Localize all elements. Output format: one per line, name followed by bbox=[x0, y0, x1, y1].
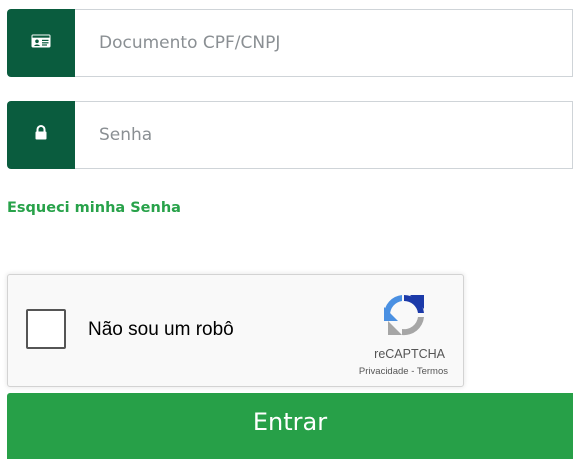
recaptcha-terms-link[interactable]: Termos bbox=[417, 366, 448, 377]
password-field-wrapper bbox=[75, 101, 573, 169]
submit-button[interactable]: Entrar bbox=[7, 393, 573, 459]
recaptcha-links: Privacidade - Termos bbox=[359, 366, 448, 377]
document-field-wrapper bbox=[75, 9, 573, 77]
recaptcha-logo-icon bbox=[380, 291, 428, 339]
recaptcha-checkbox[interactable] bbox=[26, 309, 66, 349]
recaptcha-privacy-link[interactable]: Privacidade bbox=[359, 366, 409, 377]
recaptcha-widget: Não sou um robô reCAPTCHA Privacidade - … bbox=[7, 274, 464, 387]
id-card-icon bbox=[31, 34, 51, 53]
password-input[interactable] bbox=[99, 125, 572, 145]
recaptcha-links-separator: - bbox=[411, 366, 415, 377]
password-input-group bbox=[7, 101, 573, 169]
password-addon bbox=[7, 101, 75, 169]
lock-icon bbox=[35, 125, 47, 145]
recaptcha-brand: reCAPTCHA bbox=[374, 347, 445, 361]
recaptcha-label: Não sou um robô bbox=[88, 319, 234, 340]
document-input-group bbox=[7, 9, 573, 77]
document-addon bbox=[7, 9, 75, 77]
forgot-password-link[interactable]: Esqueci minha Senha bbox=[7, 200, 181, 216]
document-input[interactable] bbox=[99, 33, 572, 53]
